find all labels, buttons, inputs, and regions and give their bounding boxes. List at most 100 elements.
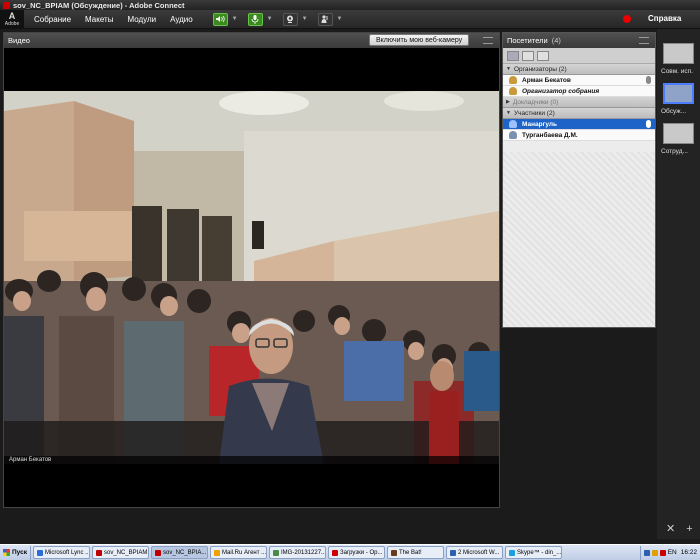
host-icon <box>509 87 517 95</box>
attendee-name: Организатор собрания <box>522 87 600 95</box>
group-hosts[interactable]: ▼ Организаторы (2) <box>503 64 655 75</box>
attendee-row[interactable]: Турганбаева Д.М. <box>503 130 655 141</box>
taskbar-button-label: sov_NC_BPIA... <box>163 549 207 556</box>
collapse-triangle-icon: ▶ <box>506 99 510 105</box>
speaker-icon <box>215 15 225 23</box>
taskbar-button[interactable]: 2 Microsoft W... <box>446 546 503 559</box>
group-presenters[interactable]: ▶ Докладчики (0) <box>503 97 655 108</box>
status-dropdown-arrow[interactable]: ▼ <box>337 16 343 22</box>
tray-app-icon[interactable] <box>659 549 666 556</box>
expand-triangle-icon: ▼ <box>506 66 511 72</box>
taskbar-button[interactable]: sov_NC_BPIA... <box>151 546 208 559</box>
set-role-icon[interactable] <box>537 50 549 61</box>
menu-layouts[interactable]: Макеты <box>85 15 113 24</box>
attendee-row[interactable]: Манаргуль <box>503 119 655 130</box>
menu-pods[interactable]: Модули <box>127 15 156 24</box>
taskbar-clock[interactable]: 16:22 <box>681 549 697 556</box>
taskbar-button[interactable]: Skype™ - din_... <box>505 546 562 559</box>
layout-collaboration-label[interactable]: Сотруд... <box>661 148 688 155</box>
status-button[interactable] <box>317 12 333 26</box>
tray-app-icon[interactable] <box>651 549 658 556</box>
taskbar-button[interactable]: The Bat! <box>387 546 444 559</box>
adobe-logo-text: Adobe <box>4 20 20 27</box>
add-layout-icon[interactable]: + <box>686 523 692 535</box>
taskbar-button[interactable]: IMG-20131227... <box>269 546 326 559</box>
start-webcam-button[interactable]: Включить мою веб-камеру <box>369 34 470 46</box>
expand-triangle-icon: ▼ <box>506 110 511 116</box>
taskbar-button-label: Skype™ - din_... <box>517 549 562 556</box>
attendees-pod: Посетители (4) ▼ Организаторы (2) Арман … <box>502 32 656 328</box>
attendee-name: Арман Бекатов <box>522 76 571 84</box>
video-stream <box>4 91 499 464</box>
attendee-row[interactable]: Организатор собрания <box>503 86 655 97</box>
microphone-icon <box>646 76 651 84</box>
taskbar-app-icon <box>37 549 43 556</box>
layout-share-thumbnail[interactable] <box>663 43 694 64</box>
attendee-row[interactable]: Арман Бекатов <box>503 75 655 86</box>
taskbar-button-label: Microsoft Lync ... <box>45 549 90 556</box>
layouts-tools: ✕ + <box>666 522 693 535</box>
help-menu[interactable]: Справка <box>648 14 681 23</box>
adobe-logo-icon: A <box>8 10 16 21</box>
group-label: Докладчики (0) <box>512 98 559 106</box>
participant-icon <box>509 131 517 139</box>
windows-flag-icon <box>3 549 10 556</box>
attendee-name: Манаргуль <box>522 120 557 128</box>
list-view-icon[interactable] <box>507 50 519 61</box>
video-pod: Видео Включить мою веб-камеру Арман Бека… <box>3 32 500 508</box>
layout-discussion-label[interactable]: Обсуж... <box>661 108 686 115</box>
manage-layouts-icon[interactable]: ✕ <box>666 523 675 535</box>
attendee-name: Турганбаева Д.М. <box>522 131 578 139</box>
taskbar-button-label: Mail.Ru Агент ... <box>222 549 267 556</box>
video-pod-header: Видео Включить мою веб-камеру <box>4 33 499 48</box>
taskbar-tasks: Microsoft Lync ... sov_NC_BPIAM... sov_NC_… <box>31 546 562 559</box>
window-title: sov_NC_BPIAM (Обсуждение) - Adobe Connec… <box>13 0 185 10</box>
record-icon[interactable] <box>623 15 631 23</box>
group-label: Участники (2) <box>513 109 555 117</box>
layout-collaboration-thumbnail[interactable] <box>663 123 694 144</box>
taskbar-app-icon <box>509 549 515 556</box>
speaker-button[interactable] <box>212 12 228 26</box>
adobe-logo: A Adobe <box>0 9 24 29</box>
windows-taskbar: Пуск Microsoft Lync ... sov_NC_BPIAM... so… <box>0 544 700 560</box>
start-button[interactable]: Пуск <box>0 545 31 560</box>
webcam-dropdown-arrow[interactable]: ▼ <box>302 16 308 22</box>
taskbar-app-icon <box>96 549 102 556</box>
breakout-view-icon[interactable] <box>522 50 534 61</box>
taskbar-button[interactable]: Mail.Ru Агент ... <box>210 546 267 559</box>
video-image <box>4 91 499 464</box>
menu-audio[interactable]: Аудио <box>170 15 193 24</box>
taskbar-app-icon <box>155 549 161 556</box>
layouts-bar: Совм. исп. Обсуж... Сотруд... <box>657 29 700 539</box>
keyboard-language[interactable]: EN <box>668 549 677 556</box>
attendees-toolbar <box>503 48 655 64</box>
microphone-dropdown-arrow[interactable]: ▼ <box>267 16 273 22</box>
group-participants[interactable]: ▼ Участники (2) <box>503 108 655 119</box>
taskbar-app-icon <box>273 549 279 556</box>
pod-menu-icon[interactable] <box>639 37 649 44</box>
layout-discussion-thumbnail[interactable] <box>663 83 694 104</box>
raise-hand-icon <box>321 15 328 23</box>
adobe-connect-icon <box>3 1 10 9</box>
taskbar-button[interactable]: sov_NC_BPIAM... <box>92 546 149 559</box>
attendee-count: (4) <box>551 36 561 45</box>
webcam-icon <box>287 15 294 23</box>
video-pod-title: Видео <box>8 36 30 45</box>
taskbar-app-icon <box>214 549 220 556</box>
taskbar-button[interactable]: Microsoft Lync ... <box>33 546 90 559</box>
tray-app-icon[interactable] <box>643 549 650 556</box>
video-speaker-label: Арман Бекатов <box>4 456 499 465</box>
speaker-dropdown-arrow[interactable]: ▼ <box>232 16 238 22</box>
taskbar-button[interactable]: Загрузки - Op... <box>328 546 385 559</box>
menu-meeting[interactable]: Собрание <box>34 15 71 24</box>
microphone-button[interactable] <box>247 12 263 26</box>
microphone-icon <box>646 120 651 128</box>
taskbar-app-icon <box>332 549 338 556</box>
pod-menu-icon[interactable] <box>483 37 493 44</box>
attendees-empty-area <box>503 152 655 327</box>
system-tray: EN 16:22 <box>639 545 700 560</box>
attendees-pod-header: Посетители (4) <box>503 33 655 48</box>
taskbar-button-label: The Bat! <box>399 549 422 556</box>
webcam-button[interactable] <box>282 12 298 26</box>
layout-share-label[interactable]: Совм. исп. <box>661 68 693 75</box>
